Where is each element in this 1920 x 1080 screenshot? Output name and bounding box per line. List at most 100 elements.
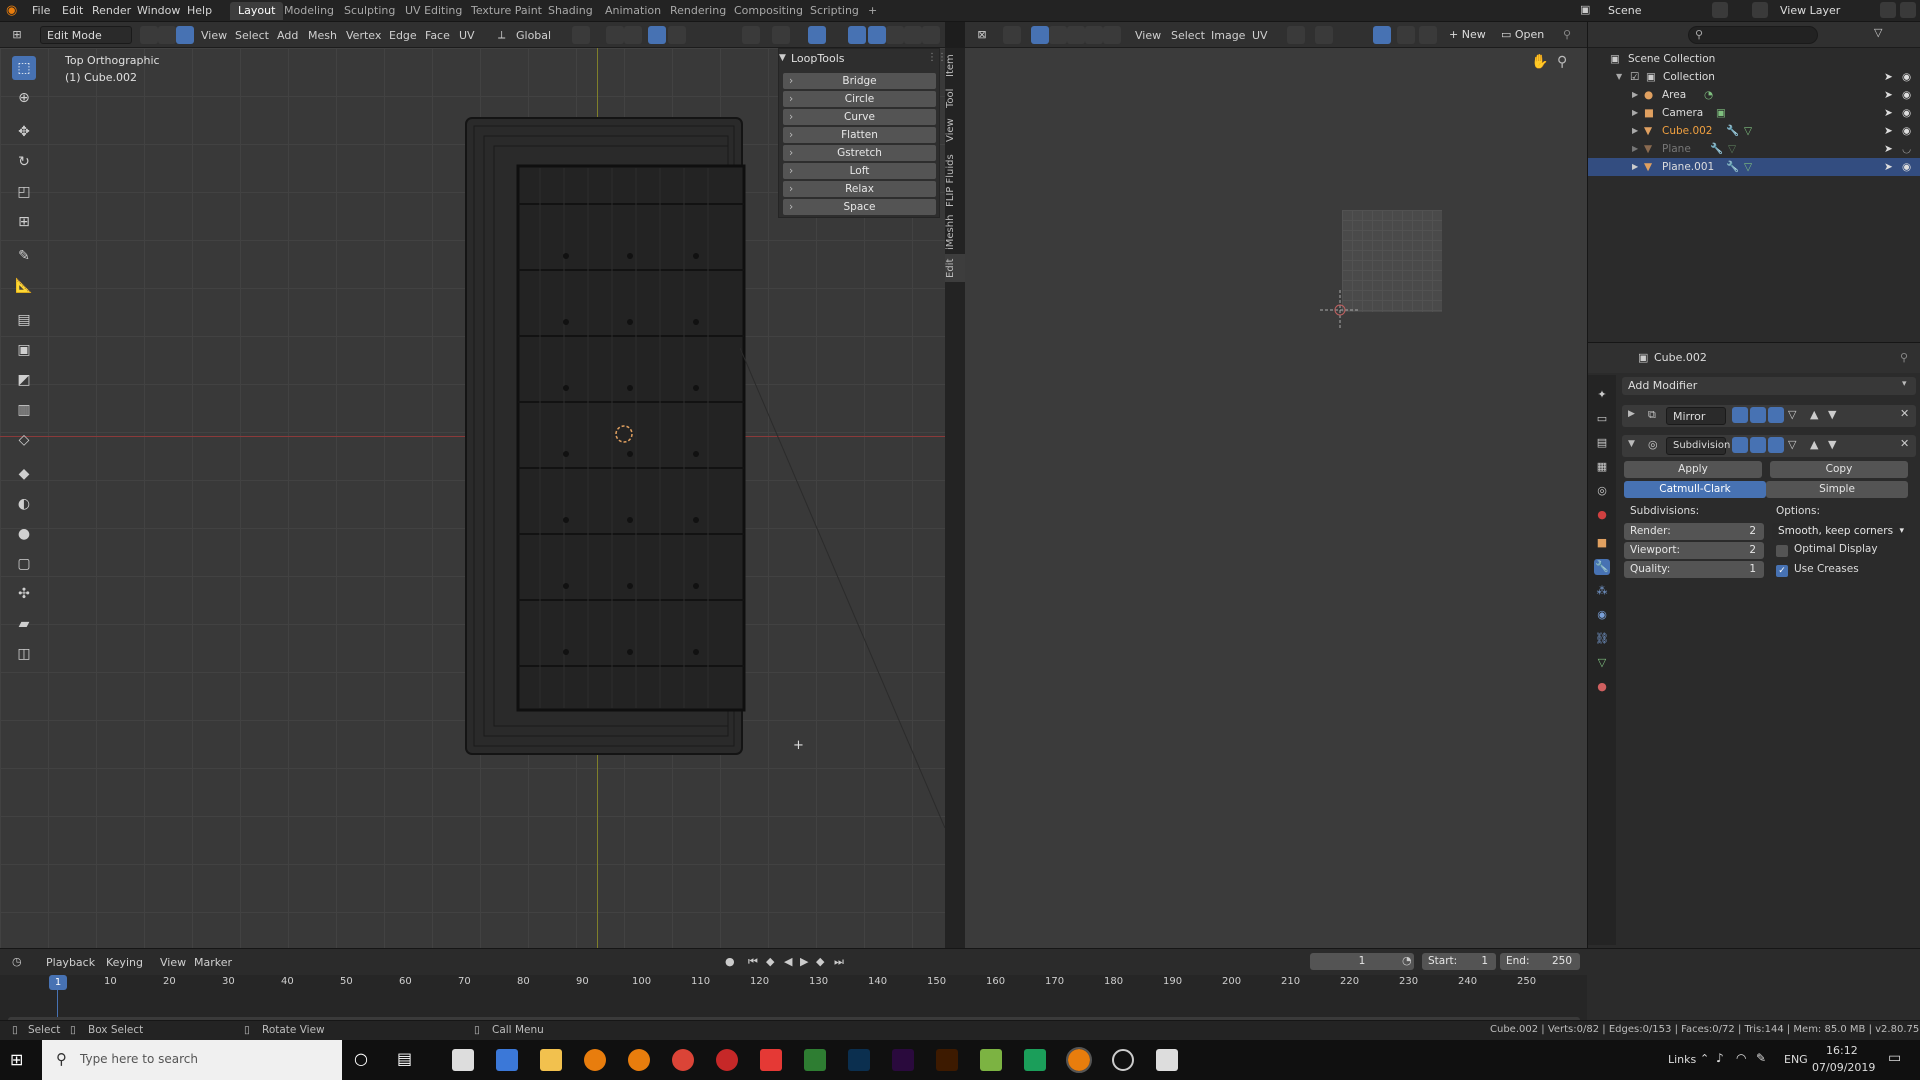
mesh-data-tab-icon[interactable]: ▽ — [1594, 655, 1610, 671]
clock-date[interactable]: 07/09/2019 — [1812, 1061, 1875, 1074]
view-layer-icon[interactable] — [1752, 2, 1768, 18]
uv-editor-type-icon[interactable]: ⊠ — [973, 26, 991, 44]
remove-view-layer-icon[interactable] — [1900, 2, 1916, 18]
clock-time[interactable]: 16:12 — [1826, 1044, 1858, 1057]
jump-start-icon[interactable]: ⏮ — [748, 955, 758, 969]
media-player-icon[interactable] — [804, 1049, 826, 1071]
extrude-tool-icon[interactable]: ▤ — [12, 308, 36, 332]
pen-icon[interactable]: ✎ — [1756, 1051, 1766, 1065]
expand-arrow-icon[interactable]: ▶ — [1632, 86, 1638, 104]
expand-arrow-icon[interactable]: ▶ — [1632, 122, 1638, 140]
subdivision-move-down-icon[interactable]: ▼ — [1828, 438, 1836, 451]
rotate-tool-icon[interactable]: ↻ — [12, 150, 36, 174]
blender-active-icon[interactable] — [1066, 1047, 1092, 1073]
sidebar-tab-tool[interactable]: Tool — [945, 86, 965, 110]
jump-end-icon[interactable]: ⏭ — [834, 955, 844, 969]
mirror-move-down-icon[interactable]: ▼ — [1828, 408, 1836, 421]
rendered-shading-icon[interactable] — [922, 26, 940, 44]
line-app-icon[interactable] — [1024, 1049, 1046, 1071]
workspace-tab-uv-editing[interactable]: UV Editing — [397, 2, 470, 20]
particles-tab-icon[interactable]: ⁂ — [1594, 583, 1610, 599]
sidebar-tab-view[interactable]: View — [945, 116, 965, 144]
outliner-filter-icon[interactable]: ▽ — [1874, 26, 1892, 44]
menu-file[interactable]: File — [32, 4, 50, 17]
viewport-menu-face[interactable]: Face — [425, 29, 450, 42]
sidebar-tab-imeshh[interactable]: iMeshh — [945, 212, 965, 252]
add-modifier-dropdown[interactable]: Add Modifier ▾ — [1622, 377, 1916, 395]
subdivision-modifier-header[interactable]: ▼ ◎ Subdivision ▽ ▲ ▼ ✕ — [1622, 435, 1916, 457]
expand-arrow-icon[interactable]: ▼ — [1616, 68, 1622, 86]
render-levels-field[interactable]: Render: 2 — [1624, 523, 1764, 540]
visibility-eye-icon[interactable]: ◉ — [1902, 86, 1911, 104]
uv-falloff-icon[interactable] — [1397, 26, 1415, 44]
record-icon[interactable]: ● — [725, 955, 735, 968]
new-scene-icon[interactable] — [1712, 2, 1728, 18]
copy-view-layer-icon[interactable] — [1880, 2, 1896, 18]
move-tool-icon[interactable]: ✥ — [12, 120, 36, 144]
expand-arrow-icon[interactable]: ▶ — [1628, 409, 1635, 419]
play-icon[interactable]: ▶ — [800, 955, 808, 968]
task-view-icon[interactable]: ▤ — [397, 1049, 412, 1068]
world-tab-icon[interactable]: ● — [1594, 507, 1610, 523]
mirror-modifier-name-input[interactable]: Mirror — [1666, 407, 1726, 425]
app-multicolor-icon[interactable] — [980, 1049, 1002, 1071]
volume-icon[interactable]: ♪ — [1716, 1051, 1724, 1065]
view-object-types-icon[interactable] — [742, 26, 760, 44]
menu-render[interactable]: Render — [92, 4, 131, 17]
add-workspace-button[interactable]: + — [860, 2, 885, 20]
poly-build-tool-icon[interactable]: ◆ — [12, 462, 36, 486]
panel-collapse-icon[interactable]: ▼ — [779, 53, 786, 63]
visibility-eye-icon[interactable]: ◉ — [1902, 158, 1911, 176]
3d-cursor-icon[interactable] — [612, 422, 636, 446]
subdivision-render-icon[interactable] — [1768, 437, 1784, 453]
pivot-point-icon[interactable] — [572, 26, 590, 44]
knife-tool-icon[interactable]: ◇ — [12, 428, 36, 452]
blender-logo-icon[interactable]: ◉ — [6, 3, 22, 19]
loop-cut-tool-icon[interactable]: ▥ — [12, 398, 36, 422]
transform-orientation-selector[interactable]: Global — [516, 29, 551, 42]
view-layer-tab-icon[interactable]: ▦ — [1594, 459, 1610, 475]
outliner-search-input[interactable]: ⚲ — [1688, 26, 1818, 44]
outliner-row-scene-collection[interactable]: ▣ Scene Collection — [1588, 50, 1920, 68]
mirror-modifier-header[interactable]: ▶ ⧉ Mirror ▽ ▲ ▼ ✕ — [1622, 405, 1916, 427]
expand-arrow-icon[interactable]: ▶ — [1632, 140, 1638, 158]
constraints-tab-icon[interactable]: ⛓ — [1594, 631, 1610, 647]
expand-arrow-icon[interactable]: ▼ — [1628, 439, 1635, 449]
edge-slide-tool-icon[interactable]: ▢ — [12, 552, 36, 576]
use-creases-checkbox[interactable]: ✓ — [1776, 565, 1788, 577]
windows-start-icon[interactable]: ⊞ — [10, 1050, 23, 1069]
open-image-button[interactable]: ▭ Open — [1501, 28, 1544, 41]
notifications-icon[interactable]: ▭ — [1888, 1050, 1901, 1066]
workspace-tab-shading[interactable]: Shading — [540, 2, 601, 20]
selectable-arrow-icon[interactable]: ➤ — [1884, 158, 1893, 176]
overlay-icon[interactable] — [808, 26, 826, 44]
uv-vertex-select-icon[interactable] — [1031, 26, 1049, 44]
looptools-title[interactable]: LoopTools — [791, 52, 844, 65]
blender-app-2-icon[interactable] — [628, 1049, 650, 1071]
premiere-icon[interactable] — [892, 1049, 914, 1071]
simple-button[interactable]: Simple — [1766, 481, 1908, 498]
uv-menu-image[interactable]: Image — [1211, 29, 1245, 42]
select-box-tool-icon[interactable]: ⬚ — [12, 56, 36, 80]
photoshop-icon[interactable] — [848, 1049, 870, 1071]
quality-field[interactable]: Quality: 1 — [1624, 561, 1764, 578]
timeline-menu-keying[interactable]: Keying — [106, 956, 143, 969]
viewport-menu-view[interactable]: View — [201, 29, 227, 42]
outliner-row-plane-001[interactable]: ▶ ▼ Plane.001 🔧 ▽ ➤ ◉ — [1588, 158, 1920, 176]
viewport-menu-add[interactable]: Add — [277, 29, 298, 42]
scene-selector[interactable]: Scene — [1608, 4, 1642, 17]
menu-help[interactable]: Help — [187, 4, 212, 17]
menu-window[interactable]: Window — [137, 4, 180, 17]
looptools-circle-button[interactable]: › Circle — [783, 91, 936, 107]
panel-drag-icon[interactable]: ⋮⋮ — [927, 52, 947, 63]
tray-up-arrow-icon[interactable]: ⌃ — [1700, 1052, 1709, 1065]
uv-menu-select[interactable]: Select — [1171, 29, 1205, 42]
workspace-tab-texture-paint[interactable]: Texture Paint — [463, 2, 550, 20]
render-tab-icon[interactable]: ▭ — [1594, 411, 1610, 427]
subdivision-remove-icon[interactable]: ✕ — [1900, 437, 1909, 450]
edge-select-icon[interactable] — [158, 26, 176, 44]
vertex-select-icon[interactable] — [140, 26, 158, 44]
uv-sticky-select-icon[interactable] — [1103, 26, 1121, 44]
sidebar-tab-edit[interactable]: Edit — [945, 254, 965, 282]
selectable-arrow-icon[interactable]: ➤ — [1884, 122, 1893, 140]
